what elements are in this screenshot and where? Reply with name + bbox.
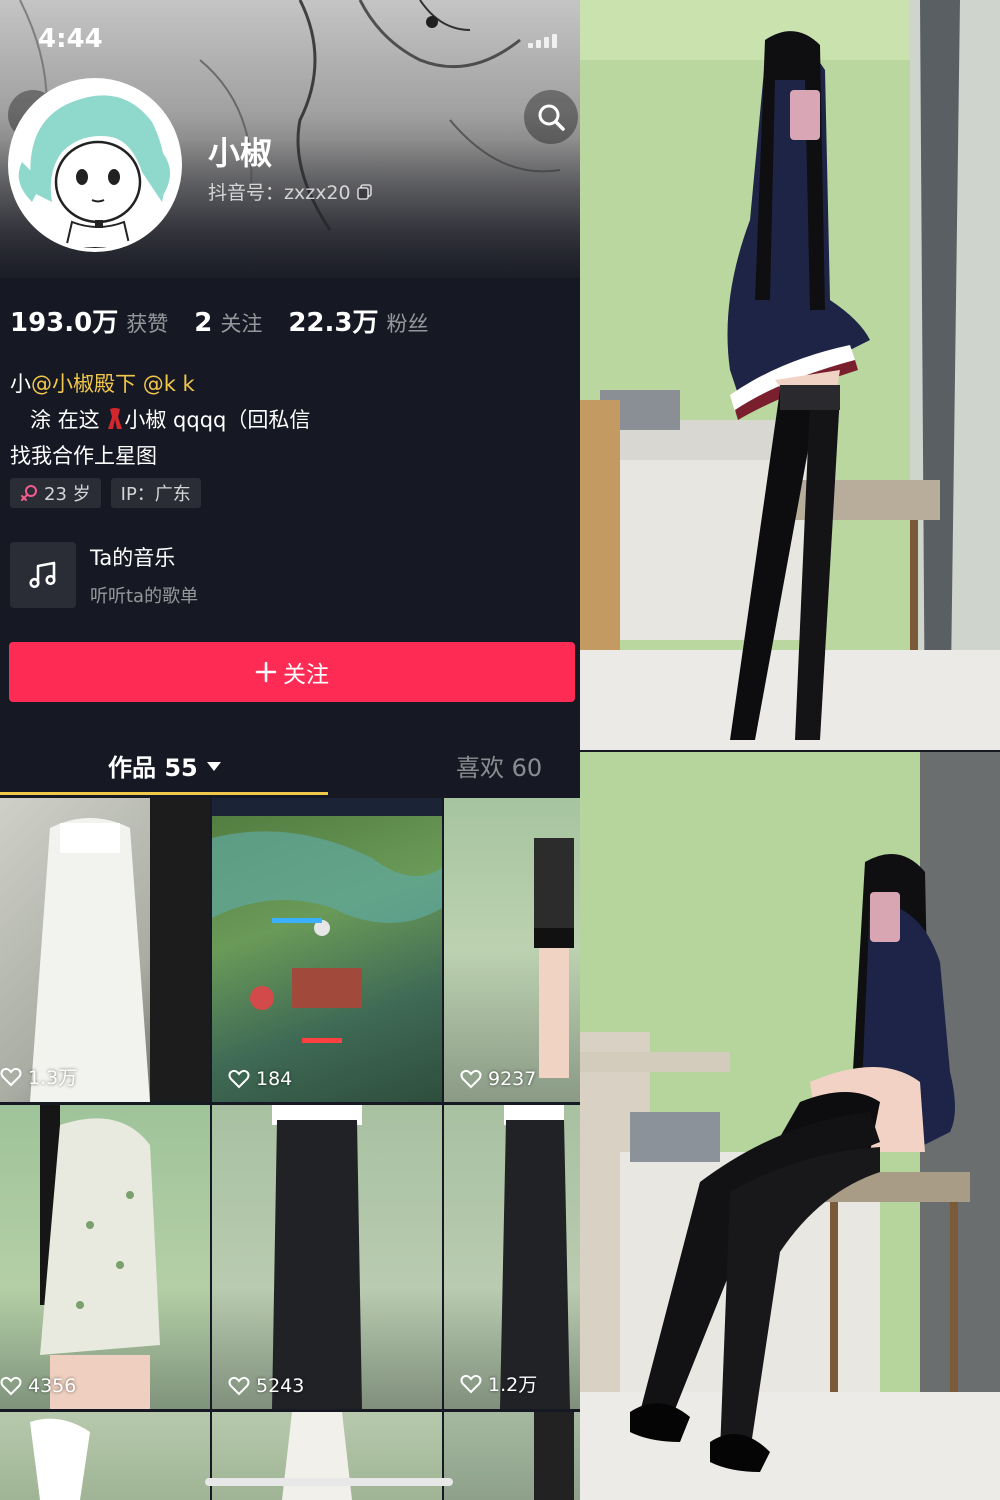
video-like-count: 1.2万: [460, 1370, 537, 1397]
thumbnail-white-dress: [30, 798, 210, 1102]
video-thumbnail[interactable]: [444, 1412, 580, 1500]
stat-followers-value: 22.3万: [288, 308, 379, 338]
profile-stats: 193.0万 获赞 2 关注 22.3万 粉丝: [10, 302, 429, 339]
heart-outline-icon: [0, 1067, 22, 1086]
bio-line-3: 找我合作上星图: [10, 444, 157, 468]
red-scarf-emoji-icon: [106, 407, 124, 431]
music-icon-box: [10, 542, 76, 608]
bio-line-1: 小@小椒殿下 @k k: [10, 368, 195, 398]
ip-location-tag: IP：广东: [110, 478, 201, 508]
thumbnail-partial: [534, 1412, 574, 1500]
stat-following-label: 关注: [220, 312, 263, 336]
tab-works[interactable]: 作品 55: [108, 748, 222, 783]
thumbnail-person-shorts: [534, 838, 574, 1078]
stat-likes-label: 获赞: [126, 312, 169, 336]
stat-following[interactable]: 2 关注: [194, 308, 262, 338]
music-note-icon: [29, 561, 56, 589]
video-like-count-text: 1.3万: [28, 1067, 78, 1089]
follow-button[interactable]: 关注: [9, 642, 575, 702]
video-like-count: 1.3万: [0, 1063, 77, 1090]
video-like-count-text: 1.2万: [488, 1374, 538, 1396]
follow-button-label: 关注: [283, 662, 329, 688]
video-thumbnail[interactable]: 1.3万: [0, 798, 210, 1102]
douyin-id-text: 抖音号：zxzx20: [208, 182, 351, 204]
profile-screen: 4:44 小椒 抖音号：zxzx20 193.0万 获赞 2 关注 22.3万 …: [0, 0, 580, 1500]
video-like-count-text: 9237: [488, 1068, 537, 1090]
video-thumbnail[interactable]: 5243: [212, 1105, 442, 1409]
bio-line-2: 涂 在这 小椒 qqqq（回私信: [30, 404, 310, 434]
photo-mirror-selfie-standing: [580, 0, 1000, 750]
stat-likes[interactable]: 193.0万 获赞: [10, 302, 168, 339]
plus-icon: [255, 661, 277, 683]
video-like-count: 9237: [460, 1068, 536, 1090]
video-thumbnail[interactable]: 4356: [0, 1105, 210, 1409]
music-title: Ta的音乐: [90, 546, 176, 570]
thumbnail-black-skirt-2: [500, 1105, 570, 1409]
thumbnail-partial: [282, 1412, 352, 1500]
age-tag-text: 23 岁: [44, 484, 91, 505]
video-like-count-text: 4356: [28, 1375, 77, 1397]
ip-location-text: IP：广东: [120, 484, 191, 505]
heart-outline-icon: [228, 1069, 250, 1089]
female-icon: [21, 485, 37, 501]
stat-likes-value: 193.0万: [10, 308, 119, 338]
photo-sitting-illustration: [580, 752, 1000, 1500]
mention-link[interactable]: @k k: [143, 372, 195, 396]
video-thumbnail[interactable]: [0, 1412, 210, 1500]
content-tabs: 作品 55 喜欢 60: [0, 740, 580, 800]
douyin-id[interactable]: 抖音号：zxzx20: [208, 178, 373, 205]
thumbnail-game-screenshot: [212, 798, 442, 1043]
bio-prefix: 小: [10, 372, 31, 396]
video-like-count-text: 184: [256, 1068, 293, 1090]
home-indicator[interactable]: [205, 1478, 453, 1486]
heart-outline-icon: [460, 1374, 482, 1393]
thumbnail-black-skirt: [272, 1105, 362, 1409]
signal-icon: [528, 34, 568, 48]
copy-icon[interactable]: [356, 183, 373, 200]
music-subtitle: 听听ta的歌单: [90, 586, 199, 607]
heart-outline-icon: [460, 1069, 482, 1089]
video-like-count-text: 5243: [256, 1375, 305, 1397]
stat-followers-label: 粉丝: [386, 312, 429, 336]
photo-mirror-selfie-sitting: [580, 752, 1000, 1500]
status-bar-time: 4:44: [38, 24, 103, 54]
tab-likes[interactable]: 喜欢 60: [456, 748, 542, 783]
music-playlist-card[interactable]: Ta的音乐 听听ta的歌单: [10, 541, 410, 609]
video-thumbnail[interactable]: 1.2万: [444, 1105, 580, 1409]
avatar[interactable]: [8, 78, 182, 252]
video-thumbnail[interactable]: 9237: [444, 798, 580, 1102]
video-like-count: 184: [228, 1068, 292, 1090]
bio-text: 小椒 qqqq（回私信: [124, 408, 311, 432]
heart-outline-icon: [228, 1376, 250, 1396]
caret-down-icon: [206, 761, 221, 771]
active-tab-indicator: [0, 792, 328, 795]
thumbnail-partial: [30, 1418, 90, 1500]
video-like-count: 4356: [0, 1375, 76, 1397]
bio-text: 涂 在这: [30, 408, 100, 432]
profile-nickname: 小椒: [208, 134, 273, 172]
stat-followers[interactable]: 22.3万 粉丝: [288, 302, 428, 339]
heart-outline-icon: [0, 1376, 22, 1396]
video-grid: 1.3万 184 9237 4356 5243 1.2万: [0, 798, 580, 1500]
video-like-count: 5243: [228, 1375, 304, 1397]
profile-tags: 23 岁 IP：广东: [10, 478, 201, 508]
thumbnail-floral-dress: [40, 1105, 160, 1409]
video-thumbnail[interactable]: 184: [212, 798, 442, 1102]
mention-link[interactable]: @小椒殿下: [31, 372, 136, 396]
stat-following-value: 2: [194, 308, 213, 338]
photo-standing-illustration: [580, 0, 1000, 750]
search-icon: [538, 104, 565, 131]
tab-works-label: 作品 55: [108, 754, 198, 782]
search-button[interactable]: [524, 90, 578, 144]
age-tag: 23 岁: [10, 478, 101, 508]
avatar-cartoon-illustration: [12, 82, 178, 248]
video-thumbnail[interactable]: [212, 1412, 442, 1500]
